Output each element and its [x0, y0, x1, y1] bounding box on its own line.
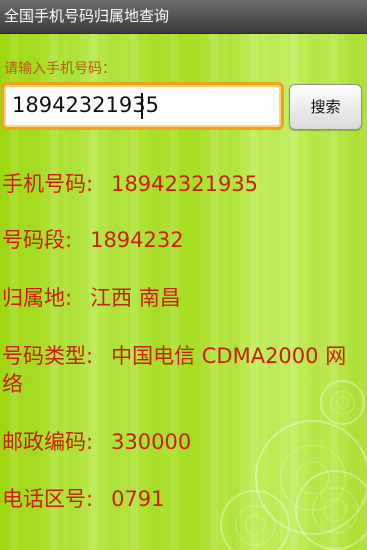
phone-lookup-screen: 全国手机号码归属地查询 请输入手机号码： 搜索 手机号码: 18942321935…: [0, 0, 367, 550]
result-postal-code: 邮政编码: 330000: [2, 428, 362, 456]
number-segment-value: 1894232: [90, 228, 184, 252]
phone-input-prompt: 请输入手机号码：: [4, 61, 116, 77]
result-number-type: 号码类型: 中国电信 CDMA2000 网: [2, 342, 362, 370]
location-value: 江西 南昌: [90, 286, 181, 310]
result-location: 归属地: 江西 南昌: [2, 284, 362, 312]
window-title: 全国手机号码归属地查询: [4, 7, 170, 25]
phone-number-label: 手机号码:: [2, 172, 94, 196]
postal-code-label: 邮政编码:: [2, 430, 94, 454]
text-cursor: [141, 93, 143, 119]
result-phone-number: 手机号码: 18942321935: [2, 170, 362, 198]
location-label: 归属地:: [2, 286, 73, 310]
number-type-label: 号码类型:: [2, 344, 94, 368]
number-type-value: 中国电信 CDMA2000 网: [111, 344, 347, 368]
title-bar: 全国手机号码归属地查询: [0, 0, 367, 34]
area-code-label: 电话区号:: [2, 487, 94, 511]
postal-code-value: 330000: [111, 430, 192, 454]
result-number-segment: 号码段: 1894232: [2, 226, 362, 254]
number-type-continuation-value: 络: [2, 372, 23, 396]
search-button[interactable]: 搜索: [289, 84, 362, 130]
phone-number-value: 18942321935: [111, 172, 259, 196]
result-area-code: 电话区号: 0791: [2, 485, 362, 513]
number-segment-label: 号码段:: [2, 228, 73, 252]
result-number-type-continuation: 络: [2, 370, 362, 398]
phone-number-field[interactable]: [1, 82, 284, 130]
area-code-value: 0791: [111, 487, 165, 511]
